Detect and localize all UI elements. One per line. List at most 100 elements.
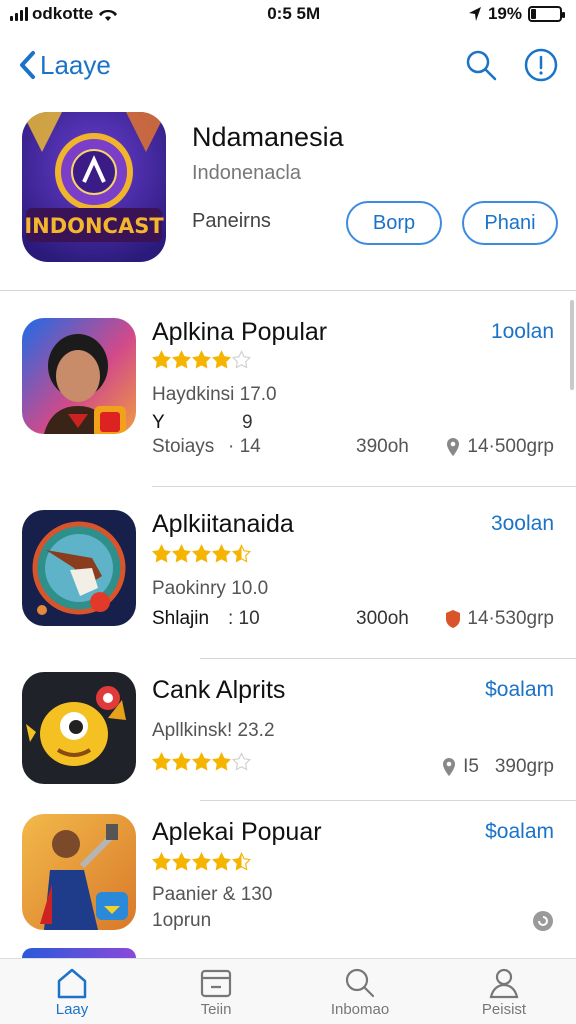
app-icon <box>22 510 136 626</box>
location-icon <box>468 7 481 21</box>
star-empty-icon <box>232 752 251 771</box>
featured-icon-wordmark: INDONCAST <box>24 214 164 238</box>
tab-label: Inbomao <box>330 1001 390 1018</box>
back-button[interactable]: Laaye <box>18 50 111 81</box>
app-meta-text: I5 390grp <box>463 756 554 777</box>
app-list-item[interactable]: Aplekai Popuar $oalam Paanier & 130 1opr… <box>0 814 576 944</box>
app-list-item[interactable]: Aplkiitanaida 3oolan Paokinry 10.0 Shlaj… <box>0 510 576 660</box>
home-icon <box>57 968 87 999</box>
featured-app-subtitle: Indonenacla <box>192 162 301 184</box>
app-stat-label: Stoiays <box>152 436 215 457</box>
tab-profile[interactable]: Peisist <box>432 959 576 1024</box>
row-divider <box>200 800 576 801</box>
app-icon <box>22 318 136 434</box>
app-meta <box>532 910 554 932</box>
star-full-icon <box>192 544 211 563</box>
section-divider <box>0 290 576 291</box>
app-detail: Haydkinsi 17.0 <box>152 384 277 405</box>
app-meta: 14·530grp <box>445 608 554 630</box>
tab-label: Laay <box>55 1001 89 1018</box>
status-right: 19% <box>468 4 565 24</box>
star-half-icon <box>232 852 251 871</box>
tab-bar: Laay Teiin Inbomao Peisist <box>0 958 576 1024</box>
tab-search[interactable]: Inbomao <box>288 959 432 1024</box>
featured-primary-button[interactable]: Borp <box>346 201 442 245</box>
app-meta: 14·500grp <box>445 436 554 458</box>
featured-app-title: Ndamanesia <box>192 122 344 152</box>
app-size: 300oh <box>356 608 409 629</box>
calendar-icon <box>200 969 232 998</box>
star-full-icon <box>172 752 191 771</box>
battery-percent: 19% <box>487 4 522 23</box>
app-price[interactable]: 3oolan <box>491 512 554 536</box>
app-detail: Apllkinsk! 23.2 <box>152 720 275 741</box>
nav-bar: Laaye <box>0 36 576 94</box>
app-detail: Paanier & 130 <box>152 884 273 905</box>
app-stat-label: Shlajin <box>152 608 210 629</box>
app-title: Aplkiitanaida <box>152 510 294 538</box>
featured-app: INDONCAST Ndamanesia Indonenacla Paneirn… <box>0 108 576 290</box>
tab-label: Teiin <box>200 1001 232 1018</box>
search-icon <box>345 968 375 998</box>
star-rating <box>152 752 251 771</box>
tab-calendar[interactable]: Teiin <box>144 959 288 1024</box>
app-size: 390oh <box>356 436 409 457</box>
status-time: 0:5 5M <box>267 4 321 23</box>
chevron-left-icon <box>20 51 35 79</box>
info-icon[interactable] <box>524 48 558 82</box>
app-stat-value: · 14 <box>228 436 261 457</box>
app-icon <box>22 814 136 930</box>
star-full-icon <box>192 350 211 369</box>
star-full-icon <box>172 852 191 871</box>
app-price[interactable]: $oalam <box>485 820 554 844</box>
star-full-icon <box>212 544 231 563</box>
location-pin-icon <box>447 438 460 456</box>
app-icon <box>22 672 136 784</box>
star-full-icon <box>172 544 191 563</box>
app-detail-short: 1oprun <box>152 910 212 931</box>
featured-secondary-button[interactable]: Phani <box>462 201 558 245</box>
star-full-icon <box>212 752 231 771</box>
app-meta: I5 390grp <box>441 756 554 778</box>
app-title: Cank Alprits <box>152 676 286 704</box>
shield-icon <box>446 610 461 628</box>
tab-home[interactable]: Laay <box>0 959 144 1024</box>
app-title: Aplekai Popuar <box>152 818 322 846</box>
app-price[interactable]: $oalam <box>485 678 554 702</box>
star-full-icon <box>212 350 231 369</box>
app-list-item[interactable]: Cank Alprits $oalam Apllkinsk! 23.2 I5 3… <box>0 672 576 802</box>
app-list-item[interactable]: Aplkina Popular 1oolan Haydkinsi 17.0 Y … <box>0 316 576 476</box>
nav-actions <box>464 48 558 82</box>
star-full-icon <box>152 350 171 369</box>
row-divider <box>200 658 576 659</box>
app-title: Aplkina Popular <box>152 318 328 346</box>
star-full-icon <box>172 350 191 369</box>
person-icon <box>489 968 519 999</box>
star-full-icon <box>212 852 231 871</box>
app-detail-number: 9 <box>242 412 253 433</box>
star-rating <box>152 852 251 871</box>
star-full-icon <box>192 852 211 871</box>
location-pin-icon <box>443 758 456 776</box>
status-left: odkotte <box>10 4 119 24</box>
star-rating <box>152 350 251 369</box>
star-rating <box>152 544 251 563</box>
battery-fill <box>531 9 537 19</box>
star-full-icon <box>152 544 171 563</box>
star-full-icon <box>192 752 211 771</box>
app-price[interactable]: 1oolan <box>491 320 554 344</box>
carrier-label: odkotte <box>32 4 94 23</box>
search-icon[interactable] <box>464 48 498 82</box>
back-label: Laaye <box>40 49 111 80</box>
battery-icon <box>528 6 565 22</box>
row-divider <box>152 486 576 487</box>
scrollbar[interactable] <box>570 300 574 390</box>
star-empty-icon <box>232 350 251 369</box>
refresh-icon[interactable] <box>532 910 554 932</box>
app-meta-text: 14·500grp <box>467 436 554 457</box>
wifi-icon <box>99 9 118 21</box>
app-meta-text: 14·530grp <box>467 608 554 629</box>
featured-app-label: Paneirns <box>192 210 271 232</box>
featured-app-icon[interactable]: INDONCAST <box>22 112 166 262</box>
signal-icon <box>10 7 28 21</box>
